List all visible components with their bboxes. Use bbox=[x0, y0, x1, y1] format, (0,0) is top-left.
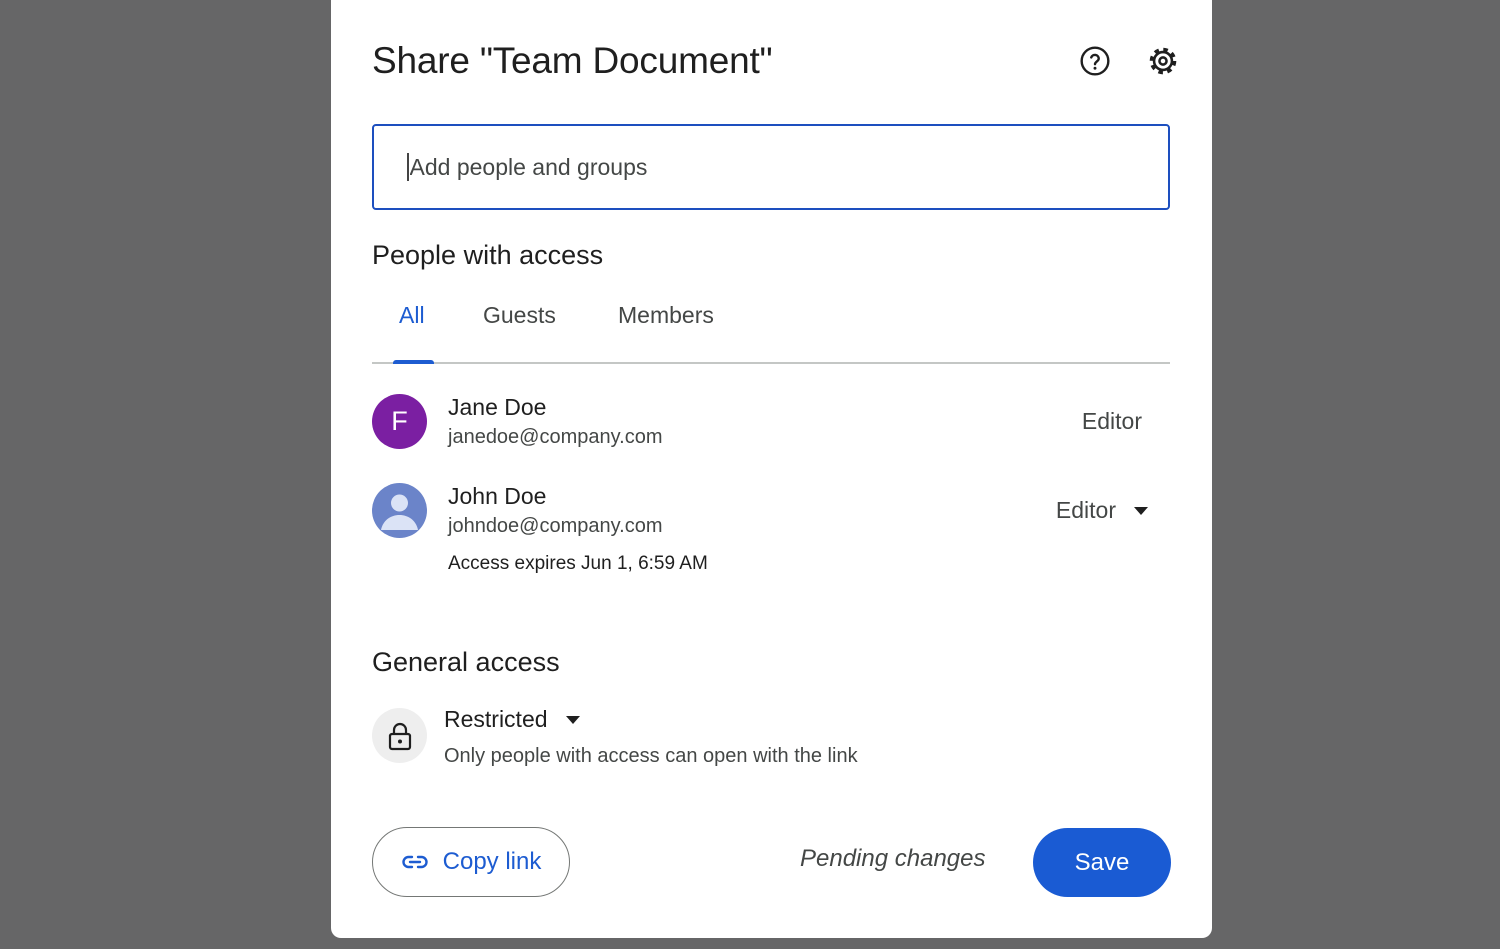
pending-changes-status: Pending changes bbox=[800, 845, 986, 872]
tab-members[interactable]: Members bbox=[618, 302, 714, 360]
active-tab-indicator bbox=[393, 360, 434, 364]
text-cursor bbox=[407, 153, 409, 181]
role-dropdown-label: Editor bbox=[1055, 497, 1116, 523]
general-access-dropdown[interactable]: Restricted bbox=[444, 706, 580, 733]
person-name: Jane Doe bbox=[448, 394, 547, 420]
access-expiry-text: Access expires Jun 1, 6:59 AM bbox=[448, 553, 708, 574]
general-access-level: Restricted bbox=[444, 706, 548, 732]
avatar-letter: F bbox=[391, 406, 408, 436]
person-email: janedoe@company.com bbox=[448, 426, 663, 448]
person-email: johndoe@company.com bbox=[448, 515, 663, 537]
share-dialog: Share "Team Document" People with access… bbox=[331, 0, 1212, 938]
person-row-john: John Doe johndoe@company.com Access expi… bbox=[372, 481, 1170, 591]
copy-link-button[interactable]: Copy link bbox=[372, 827, 570, 897]
avatar[interactable]: F bbox=[372, 394, 427, 449]
caret-down-icon bbox=[1134, 506, 1148, 515]
add-people-input[interactable] bbox=[409, 153, 1130, 181]
save-button[interactable]: Save bbox=[1033, 828, 1171, 897]
tab-all[interactable]: All bbox=[399, 302, 425, 360]
settings-button[interactable] bbox=[1143, 41, 1183, 81]
dialog-title: Share "Team Document" bbox=[372, 40, 773, 81]
lock-badge bbox=[372, 708, 427, 763]
general-access-description: Only people with access can open with th… bbox=[444, 745, 858, 767]
general-access-heading: General access bbox=[372, 647, 560, 677]
add-people-field[interactable] bbox=[372, 124, 1170, 210]
caret-down-icon bbox=[565, 715, 580, 724]
role-label: Editor bbox=[1081, 408, 1142, 434]
lock-icon bbox=[388, 722, 411, 750]
avatar[interactable] bbox=[372, 483, 427, 538]
person-row-jane: F Jane Doe janedoe@company.com Editor bbox=[372, 392, 1170, 462]
tab-guests[interactable]: Guests bbox=[483, 302, 556, 360]
general-access-row: Restricted Only people with access can o… bbox=[372, 703, 1170, 773]
link-icon bbox=[402, 855, 428, 869]
people-with-access-heading: People with access bbox=[372, 240, 604, 270]
person-avatar-icon bbox=[381, 494, 418, 530]
access-tabs: All Guests Members bbox=[372, 296, 1170, 364]
help-button[interactable] bbox=[1075, 41, 1115, 81]
gear-icon bbox=[1149, 47, 1177, 75]
copy-link-label: Copy link bbox=[442, 848, 542, 875]
help-circle-icon bbox=[1080, 46, 1110, 76]
role-dropdown[interactable]: Editor bbox=[1056, 497, 1148, 524]
person-name: John Doe bbox=[448, 483, 547, 509]
